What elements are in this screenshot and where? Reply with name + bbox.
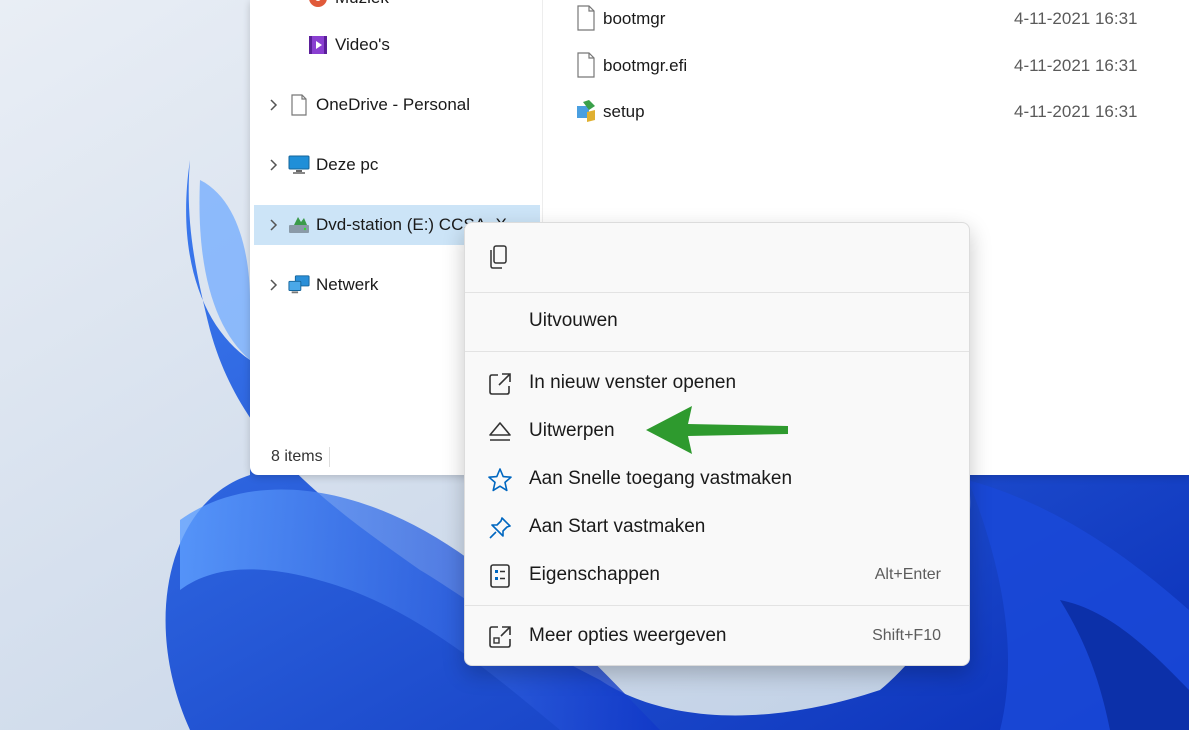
file-row[interactable]: bootmgr 4-11-2021 16:31 xyxy=(575,4,1175,34)
nav-item-videos[interactable]: Video's xyxy=(254,25,540,65)
file-name: bootmgr.efi xyxy=(603,56,688,75)
chevron-right-icon[interactable] xyxy=(260,145,288,185)
document-icon xyxy=(288,94,310,116)
file-row[interactable]: bootmgr.efi 4-11-2021 16:31 xyxy=(575,51,1175,81)
nav-item-label: Video's xyxy=(335,35,390,54)
nav-item-label: Muziek xyxy=(335,0,389,8)
properties-icon xyxy=(490,564,510,588)
star-icon xyxy=(488,468,512,492)
menu-item-pin-start[interactable]: Aan Start vastmaken xyxy=(469,506,965,550)
menu-separator xyxy=(465,292,969,293)
file-date: 4-11-2021 16:31 xyxy=(1014,102,1138,121)
keyboard-shortcut: Shift+F10 xyxy=(872,627,941,644)
menu-item-expand[interactable]: Uitvouwen xyxy=(469,300,965,344)
more-options-icon xyxy=(489,626,511,648)
menu-item-more-options[interactable]: Meer opties weergeven Shift+F10 xyxy=(469,615,965,659)
menu-item-label: In nieuw venster openen xyxy=(529,372,737,393)
nav-item-label: OneDrive - Personal xyxy=(316,95,471,114)
music-icon xyxy=(307,0,329,9)
nav-item-label: Deze pc xyxy=(316,155,379,174)
menu-item-label: Meer opties weergeven xyxy=(529,625,727,646)
menu-item-pin-quick-access[interactable]: Aan Snelle toegang vastmaken xyxy=(469,458,965,502)
setup-icon xyxy=(577,100,595,122)
menu-item-label: Eigenschappen xyxy=(529,564,660,585)
keyboard-shortcut: Alt+Enter xyxy=(874,566,941,583)
annotation-arrow-icon xyxy=(646,406,788,454)
file-icon xyxy=(577,5,595,31)
menu-separator xyxy=(465,605,969,606)
network-icon xyxy=(288,274,310,296)
nav-item-label: Netwerk xyxy=(316,275,379,294)
nav-item-this-pc[interactable]: Deze pc xyxy=(254,145,540,185)
file-name: bootmgr xyxy=(603,9,666,28)
menu-item-label: Uitvouwen xyxy=(529,310,618,331)
chevron-right-icon[interactable] xyxy=(260,265,288,305)
chevron-right-icon[interactable] xyxy=(260,85,288,125)
menu-item-properties[interactable]: Eigenschappen Alt+Enter xyxy=(469,554,965,598)
status-divider xyxy=(329,447,330,467)
copy-icon[interactable] xyxy=(487,243,511,271)
pin-icon xyxy=(489,517,511,539)
open-external-icon xyxy=(489,373,511,395)
nav-item-onedrive[interactable]: OneDrive - Personal xyxy=(254,85,540,125)
file-name: setup xyxy=(603,102,645,121)
dvd-drive-icon xyxy=(288,214,310,236)
video-icon xyxy=(307,34,329,56)
computer-icon xyxy=(288,154,310,176)
menu-item-label: Aan Start vastmaken xyxy=(529,516,706,537)
file-date: 4-11-2021 16:31 xyxy=(1014,56,1138,75)
menu-separator xyxy=(465,351,969,352)
menu-item-label: Aan Snelle toegang vastmaken xyxy=(529,468,793,489)
file-icon xyxy=(577,52,595,78)
menu-item-label: Uitwerpen xyxy=(529,420,615,441)
file-date: 4-11-2021 16:31 xyxy=(1014,9,1138,28)
file-row[interactable]: setup 4-11-2021 16:31 xyxy=(575,97,1175,127)
chevron-right-icon[interactable] xyxy=(260,205,288,245)
eject-icon xyxy=(489,422,511,441)
item-count: 8 items xyxy=(271,448,323,465)
nav-item-music[interactable]: Muziek xyxy=(254,0,540,18)
